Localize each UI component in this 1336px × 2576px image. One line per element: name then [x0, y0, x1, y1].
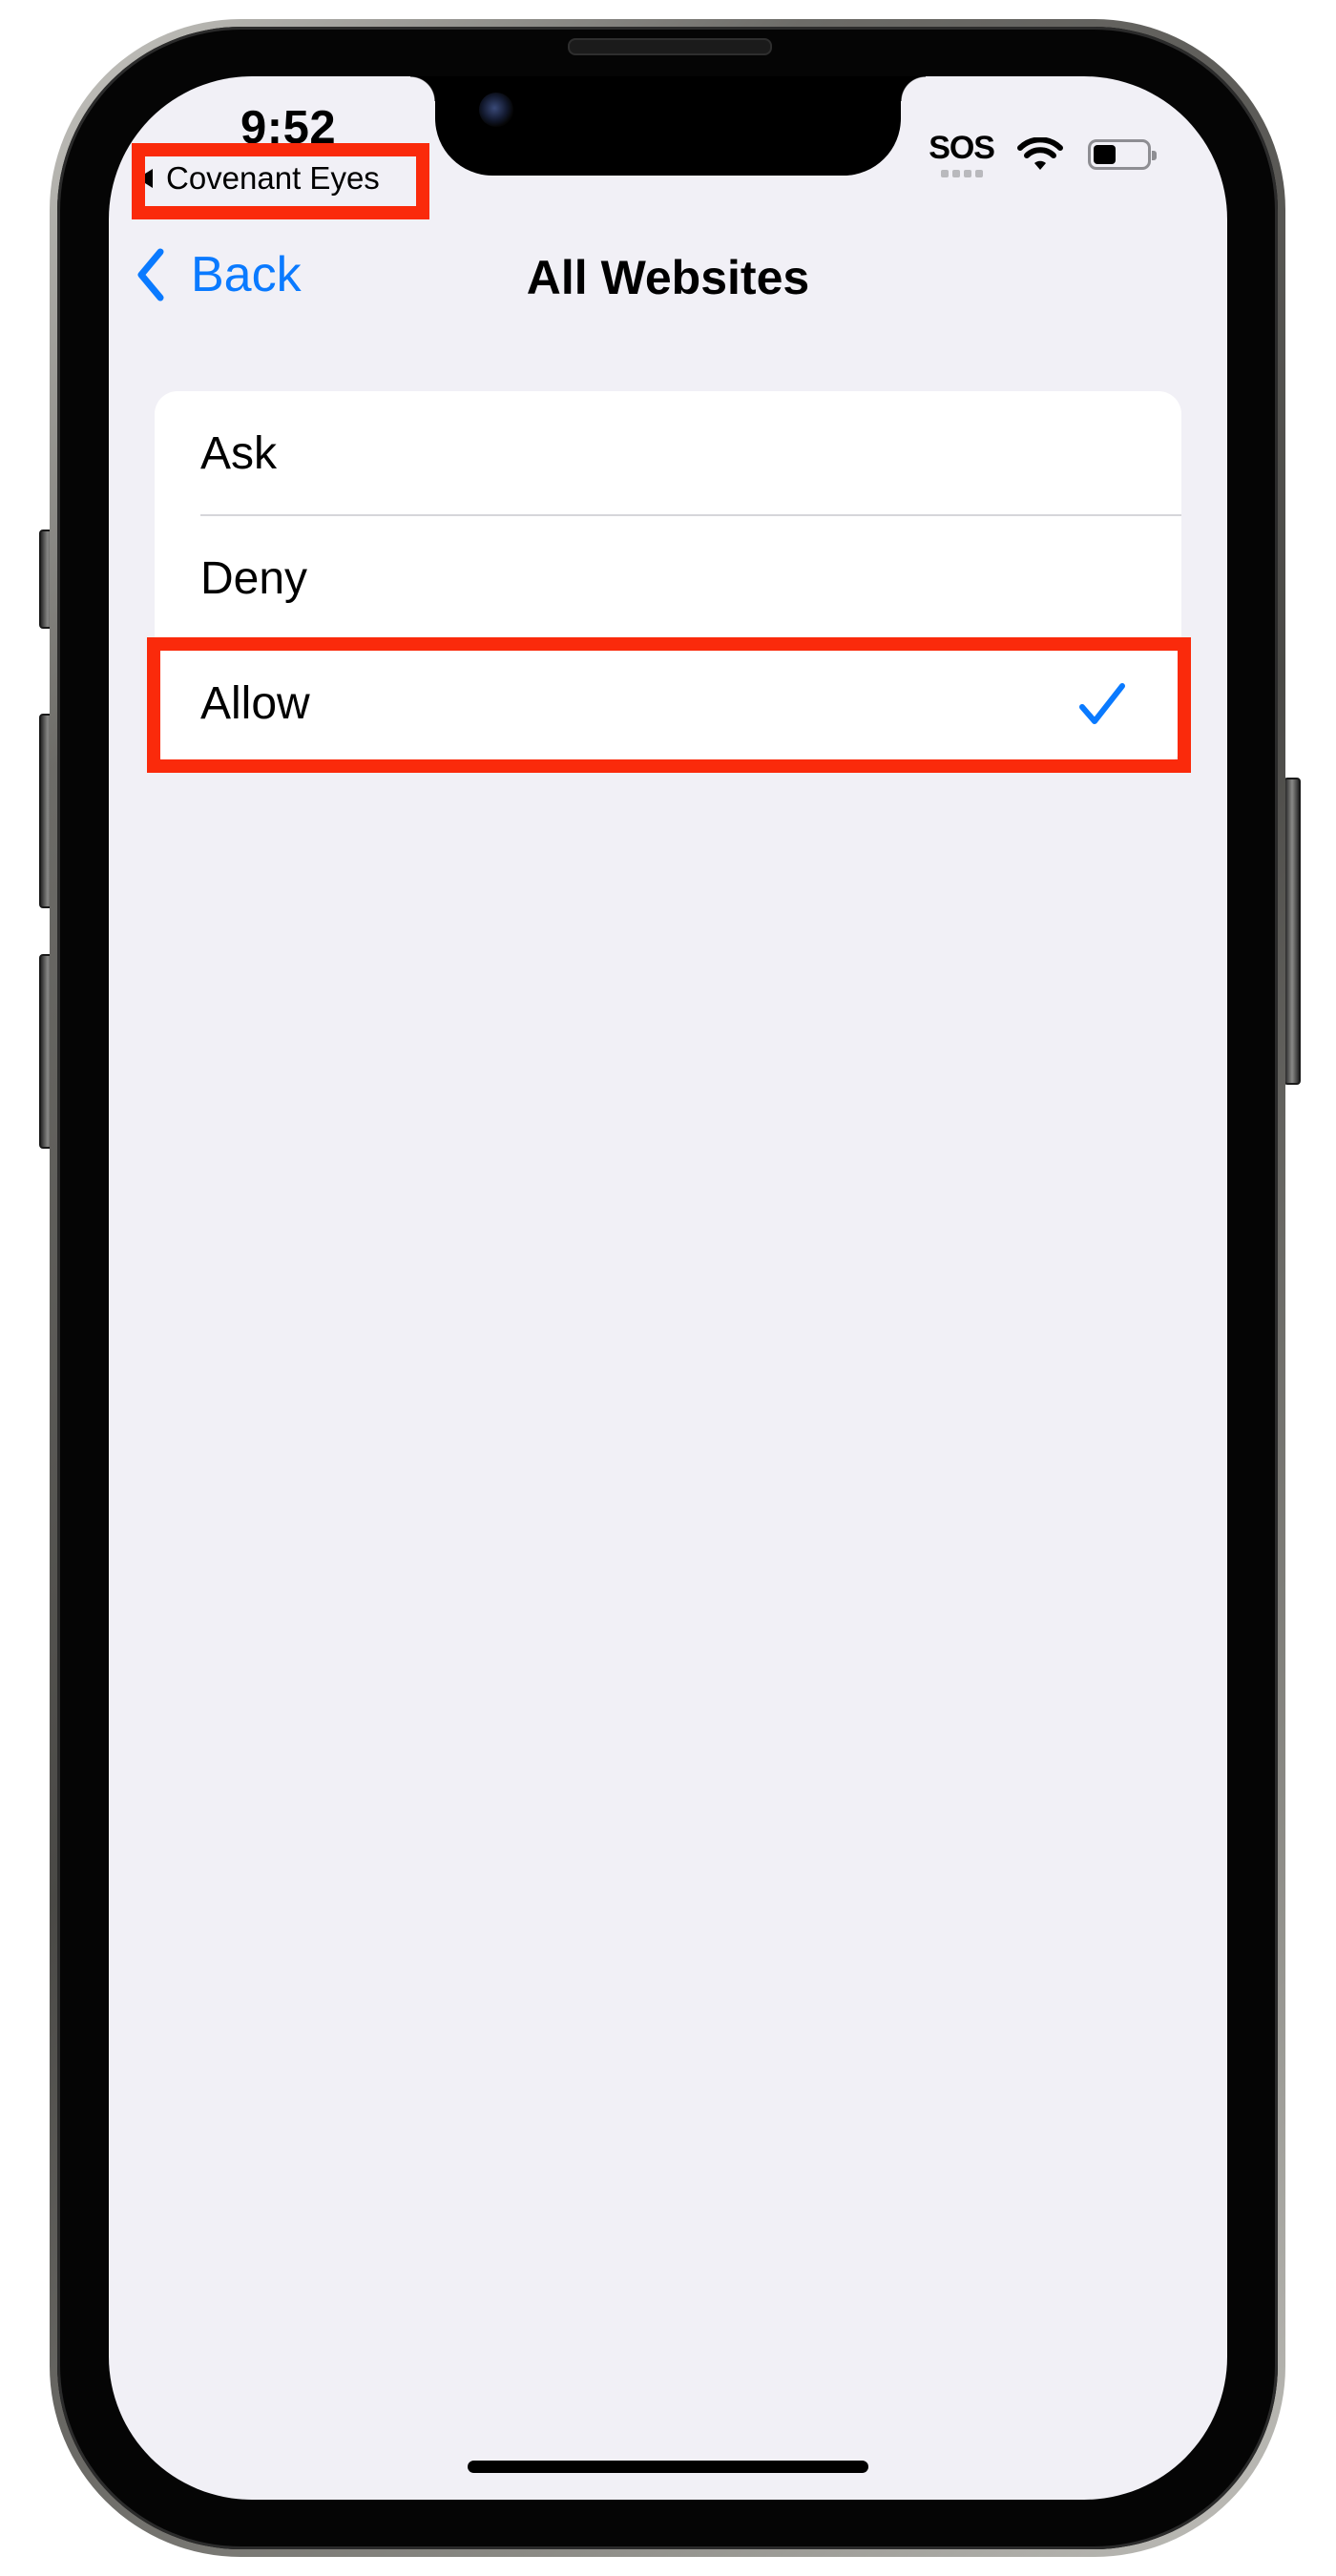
option-label: Deny [200, 553, 308, 604]
front-camera-icon [479, 93, 513, 127]
option-label: Ask [200, 428, 278, 479]
power-button [1284, 778, 1301, 1085]
option-label: Allow [200, 678, 310, 729]
battery-fill [1094, 145, 1116, 164]
status-indicators: SOS [929, 130, 1157, 177]
sos-indicator: SOS [929, 130, 995, 177]
options-list: Ask Deny Allow [155, 391, 1181, 766]
wifi-icon [1017, 137, 1063, 170]
back-to-app-button[interactable]: Covenant Eyes [137, 160, 380, 197]
option-ask[interactable]: Ask [155, 391, 1181, 516]
status-time: 9:52 [240, 102, 337, 154]
page-title: All Websites [526, 251, 810, 304]
battery-icon [1088, 139, 1157, 170]
earpiece-speaker [568, 38, 772, 55]
home-indicator[interactable] [468, 2461, 868, 2473]
back-triangle-icon [137, 169, 153, 188]
option-allow[interactable]: Allow [155, 641, 1181, 766]
device-stage: 9:52 Covenant Eyes SOS Back All Websites… [0, 0, 1336, 2576]
option-deny[interactable]: Deny [155, 516, 1181, 641]
signal-dots [939, 170, 985, 177]
notch [410, 76, 926, 176]
checkmark-icon [1079, 682, 1125, 724]
back-to-app-label: Covenant Eyes [166, 160, 380, 196]
sos-label: SOS [929, 130, 995, 166]
screen: 9:52 Covenant Eyes SOS Back All Websites… [109, 76, 1227, 2500]
